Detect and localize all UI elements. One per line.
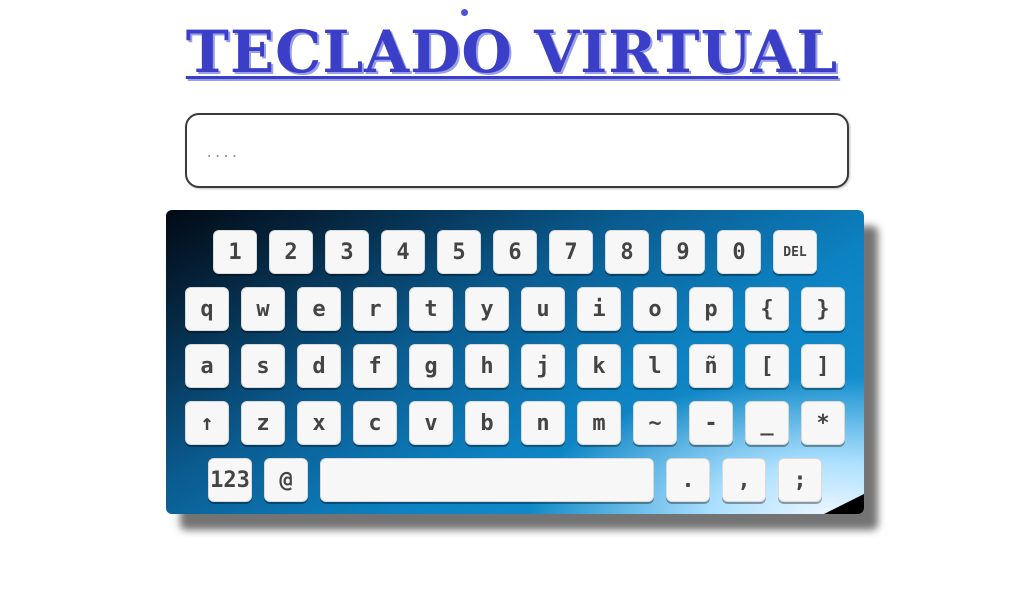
key-k[interactable]: k: [577, 344, 621, 388]
key-right-bracket[interactable]: ]: [801, 344, 845, 388]
page-curl: [824, 494, 864, 514]
key-9[interactable]: 9: [661, 230, 705, 274]
key-shift[interactable]: ↑: [185, 401, 229, 445]
key-right-brace[interactable]: }: [801, 287, 845, 331]
key-underscore[interactable]: _: [745, 401, 789, 445]
key-2[interactable]: 2: [269, 230, 313, 274]
key-t[interactable]: t: [409, 287, 453, 331]
key-6[interactable]: 6: [493, 230, 537, 274]
key-left-brace[interactable]: {: [745, 287, 789, 331]
decorative-dot: [461, 9, 468, 16]
key-n-tilde[interactable]: ñ: [689, 344, 733, 388]
key-semicolon[interactable]: ;: [778, 458, 822, 502]
key-o[interactable]: o: [633, 287, 677, 331]
key-comma[interactable]: ,: [722, 458, 766, 502]
key-u[interactable]: u: [521, 287, 565, 331]
key-a[interactable]: a: [185, 344, 229, 388]
virtual-keyboard: 1 2 3 4 5 6 7 8 9 0 DEL q w e r t y u i o p{} a s d f g h j k l ñ[] ↑ z x…: [166, 210, 864, 514]
key-0[interactable]: 0: [717, 230, 761, 274]
key-z[interactable]: z: [241, 401, 285, 445]
key-h[interactable]: h: [465, 344, 509, 388]
key-i[interactable]: i: [577, 287, 621, 331]
key-1[interactable]: 1: [213, 230, 257, 274]
key-e[interactable]: e: [297, 287, 341, 331]
key-7[interactable]: 7: [549, 230, 593, 274]
key-c[interactable]: c: [353, 401, 397, 445]
key-x[interactable]: x: [297, 401, 341, 445]
key-period[interactable]: .: [666, 458, 710, 502]
key-d[interactable]: d: [297, 344, 341, 388]
key-4[interactable]: 4: [381, 230, 425, 274]
key-tilde[interactable]: ~: [633, 401, 677, 445]
key-v[interactable]: v: [409, 401, 453, 445]
key-at[interactable]: @: [264, 458, 308, 502]
key-s[interactable]: s: [241, 344, 285, 388]
key-asterisk[interactable]: *: [801, 401, 845, 445]
key-space[interactable]: [320, 458, 654, 502]
key-m[interactable]: m: [577, 401, 621, 445]
key-delete[interactable]: DEL: [773, 230, 817, 274]
key-q[interactable]: q: [185, 287, 229, 331]
key-8[interactable]: 8: [605, 230, 649, 274]
key-5[interactable]: 5: [437, 230, 481, 274]
key-p[interactable]: p: [689, 287, 733, 331]
key-r[interactable]: r: [353, 287, 397, 331]
page-title: TECLADO VIRTUAL: [185, 18, 839, 86]
key-y[interactable]: y: [465, 287, 509, 331]
key-3[interactable]: 3: [325, 230, 369, 274]
key-j[interactable]: j: [521, 344, 565, 388]
text-input-box[interactable]: [185, 113, 849, 188]
key-left-bracket[interactable]: [: [745, 344, 789, 388]
key-hyphen[interactable]: -: [689, 401, 733, 445]
key-g[interactable]: g: [409, 344, 453, 388]
key-w[interactable]: w: [241, 287, 285, 331]
key-numbers[interactable]: 123: [208, 458, 252, 502]
text-input[interactable]: [203, 139, 827, 167]
key-f[interactable]: f: [353, 344, 397, 388]
key-b[interactable]: b: [465, 401, 509, 445]
key-l[interactable]: l: [633, 344, 677, 388]
key-n[interactable]: n: [521, 401, 565, 445]
